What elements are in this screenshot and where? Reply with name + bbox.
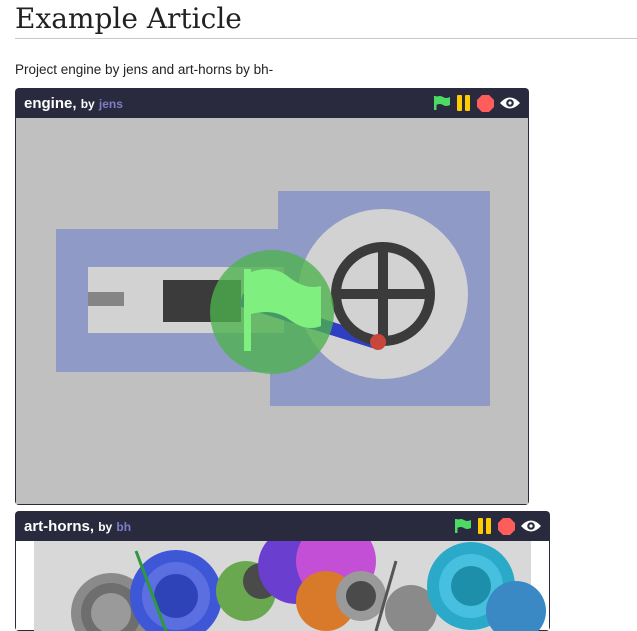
- pause-icon[interactable]: [457, 95, 471, 111]
- player-controls: [433, 94, 520, 112]
- project-embed-engine: engine, by jens: [15, 88, 529, 505]
- project-embed-art-horns: art-horns, by bh: [15, 511, 550, 631]
- eye-icon[interactable]: [521, 519, 541, 533]
- author-link[interactable]: bh: [116, 520, 131, 534]
- eye-icon[interactable]: [500, 96, 520, 110]
- project-name: engine,: [24, 94, 77, 112]
- project-stage[interactable]: [16, 521, 549, 631]
- project-titlebar: engine, by jens: [15, 88, 529, 118]
- by-label: by: [98, 519, 113, 534]
- page-title: Example Article: [15, 2, 242, 35]
- project-title: engine, by jens: [24, 95, 123, 112]
- project-titlebar: art-horns, by bh: [15, 511, 550, 541]
- engine-stage-graphic: [56, 191, 490, 406]
- green-flag-icon[interactable]: [454, 518, 472, 534]
- author-link[interactable]: jens: [99, 97, 123, 111]
- title-divider: [15, 38, 637, 39]
- project-name: art-horns,: [24, 517, 95, 535]
- stop-icon[interactable]: [477, 94, 494, 112]
- project-title: art-horns, by bh: [24, 518, 131, 535]
- by-label: by: [80, 96, 95, 111]
- pause-icon[interactable]: [478, 518, 492, 534]
- player-controls: [454, 517, 541, 535]
- green-flag-icon[interactable]: [433, 95, 451, 111]
- art-horns-stage-graphic: [34, 521, 546, 631]
- article-intro: Project engine by jens and art-horns by …: [15, 62, 274, 77]
- project-stage[interactable]: [16, 118, 528, 504]
- stage-green-flag-overlay: [210, 250, 334, 374]
- stop-icon[interactable]: [498, 517, 515, 535]
